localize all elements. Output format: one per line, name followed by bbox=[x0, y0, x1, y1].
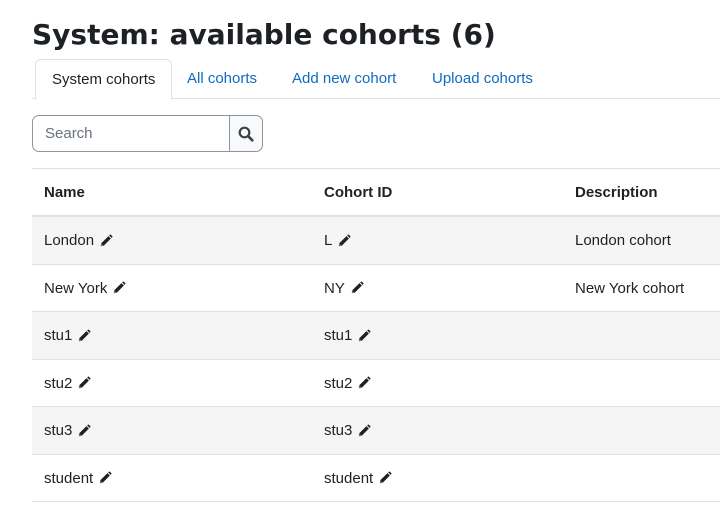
cohort-description: London cohort bbox=[575, 232, 671, 249]
cell-description: London cohort bbox=[575, 217, 671, 264]
cohort-name: stu1 bbox=[44, 327, 73, 344]
tab-all-cohorts[interactable]: All cohorts bbox=[187, 59, 257, 99]
edit-id-pencil-icon[interactable] bbox=[350, 281, 364, 295]
cohort-description: New York cohort bbox=[575, 279, 685, 297]
header-description: Description bbox=[575, 184, 658, 201]
cell-cohort-id: student bbox=[324, 455, 392, 502]
page: System: available cohorts (6) System coh… bbox=[0, 0, 720, 523]
edit-id-pencil-icon[interactable] bbox=[378, 471, 392, 485]
page-title: System: available cohorts (6) bbox=[32, 18, 496, 51]
cell-description: New York cohort bbox=[575, 265, 684, 312]
table-row: New York NY New York cohort bbox=[32, 265, 720, 312]
cohorts-table: Name Cohort ID Description London L London… bbox=[32, 168, 720, 502]
cell-name: stu2 bbox=[44, 360, 91, 407]
search-input[interactable] bbox=[32, 115, 230, 152]
table-header: Name Cohort ID Description bbox=[32, 169, 720, 217]
cohort-name: stu2 bbox=[44, 374, 73, 392]
edit-name-pencil-icon[interactable] bbox=[77, 376, 91, 390]
header-cohort-id[interactable]: Cohort ID bbox=[324, 169, 392, 216]
search-button[interactable] bbox=[229, 115, 263, 152]
table-row: student student bbox=[32, 455, 720, 502]
cell-name: London bbox=[44, 217, 113, 264]
edit-name-pencil-icon[interactable] bbox=[77, 423, 91, 438]
search-icon bbox=[238, 126, 254, 142]
cell-cohort-id: stu1 bbox=[324, 312, 371, 359]
cohort-id: stu2 bbox=[324, 374, 353, 392]
table-body: London L London cohort New York NY New York c… bbox=[32, 217, 720, 502]
cohort-id: stu3 bbox=[324, 422, 353, 439]
cohort-name: New York bbox=[44, 279, 108, 297]
edit-name-pencil-icon[interactable] bbox=[98, 471, 112, 485]
edit-id-pencil-icon[interactable] bbox=[357, 328, 371, 343]
cohort-name: stu3 bbox=[44, 422, 73, 439]
table-row: stu2 stu2 bbox=[32, 360, 720, 407]
edit-id-pencil-icon[interactable] bbox=[357, 376, 371, 390]
cell-cohort-id: L bbox=[324, 217, 351, 264]
tab-upload-cohorts[interactable]: Upload cohorts bbox=[432, 59, 533, 99]
cell-cohort-id: stu3 bbox=[324, 407, 371, 454]
table-row: stu1 stu1 bbox=[32, 312, 720, 360]
table-row: stu3 stu3 bbox=[32, 407, 720, 455]
cell-name: stu1 bbox=[44, 312, 91, 359]
tab-bar: System cohorts All cohorts Add new cohor… bbox=[32, 59, 720, 100]
cohort-name: student bbox=[44, 469, 94, 487]
edit-name-pencil-icon[interactable] bbox=[77, 328, 91, 343]
cell-name: student bbox=[44, 455, 112, 502]
cell-cohort-id: stu2 bbox=[324, 360, 371, 407]
cohort-id: NY bbox=[324, 279, 345, 297]
edit-name-pencil-icon[interactable] bbox=[99, 233, 113, 248]
edit-id-pencil-icon[interactable] bbox=[337, 233, 351, 248]
header-name[interactable]: Name bbox=[44, 169, 85, 216]
edit-name-pencil-icon[interactable] bbox=[112, 281, 126, 295]
cell-name: New York bbox=[44, 265, 126, 312]
edit-id-pencil-icon[interactable] bbox=[357, 423, 371, 438]
tab-add-new-cohort[interactable]: Add new cohort bbox=[292, 59, 396, 99]
tab-system-cohorts[interactable]: System cohorts bbox=[35, 59, 173, 100]
cell-cohort-id: NY bbox=[324, 265, 364, 312]
cohort-id: stu1 bbox=[324, 327, 353, 344]
cohort-id: L bbox=[324, 232, 333, 249]
cohort-name: London bbox=[44, 232, 95, 249]
cell-name: stu3 bbox=[44, 407, 91, 454]
table-row: London L London cohort bbox=[32, 217, 720, 265]
cohort-id: student bbox=[324, 469, 374, 487]
